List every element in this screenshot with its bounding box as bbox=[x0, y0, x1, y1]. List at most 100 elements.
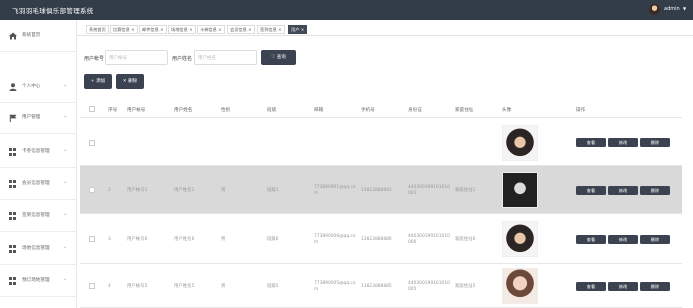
row-phone: 13823888881 bbox=[361, 188, 392, 193]
top-header-bar: 飞羽羽毛球俱乐部管理系统 admin ▼ bbox=[0, 0, 693, 20]
column-header: 用户姓名 bbox=[174, 108, 193, 113]
row-name: 用户姓名6 bbox=[174, 237, 195, 242]
name-search-input[interactable]: 用户姓名 bbox=[194, 50, 257, 65]
edit-button[interactable]: 修改 bbox=[608, 234, 638, 244]
row-account: 用户帐号1 bbox=[127, 188, 148, 193]
row-phone: 13823888885 bbox=[361, 284, 392, 289]
edit-button[interactable]: 修改 bbox=[608, 281, 638, 291]
delete-row-button[interactable]: 删除 bbox=[640, 281, 670, 291]
row-address: 家庭住址6 bbox=[455, 237, 476, 242]
row-id-card: 440300199101010005 bbox=[408, 281, 450, 292]
row-id-card: 440300199101010001 bbox=[408, 185, 450, 196]
row-number bbox=[108, 135, 124, 153]
row-checkbox[interactable] bbox=[89, 236, 95, 242]
row-address: 家庭住址5 bbox=[455, 284, 476, 289]
delete-row-button[interactable]: 删除 bbox=[640, 185, 670, 195]
tab-users[interactable]: 用户 × bbox=[288, 25, 308, 34]
sidebar-item-coupons[interactable]: 卡券信息管理 ⌄ bbox=[0, 136, 77, 168]
edit-button[interactable]: 修改 bbox=[608, 185, 638, 195]
sidebar-item-label: 个人中心 bbox=[22, 84, 41, 89]
sidebar-item-home[interactable]: 系统首页 bbox=[0, 20, 77, 52]
tab-matches[interactable]: 比赛信息 × bbox=[110, 25, 138, 34]
delete-button[interactable]: ✕ 删除 bbox=[116, 74, 144, 89]
sidebar-item-users[interactable]: 用户管理 ⌄ bbox=[0, 102, 77, 134]
table-row[interactable]: 4 用户帐号5 用户姓名5 男 班级5 773890005@qq.com 138238888… bbox=[80, 264, 682, 308]
sidebar: 系统首页 个人中心 ⌄ 用户管理 ⌄ 卡券信息管理 ⌄ 会员信息管理 ⌄ 签到信… bbox=[0, 20, 77, 308]
table-row[interactable]: 2 用户帐号1 用户姓名1 男 班级1 773890001@qq.com 138238888… bbox=[80, 166, 682, 214]
sidebar-item-venues[interactable]: 场地信息管理 ⌄ bbox=[0, 233, 77, 265]
column-header: 家庭住址 bbox=[455, 108, 474, 113]
grid-icon bbox=[9, 212, 17, 220]
user-photo bbox=[502, 268, 538, 304]
close-icon: ✕ bbox=[122, 79, 127, 84]
column-header: 手机号 bbox=[361, 108, 375, 113]
sidebar-item-bookings[interactable]: 预订场地管理 ⌄ bbox=[0, 265, 77, 297]
chevron-down-icon: ⌄ bbox=[63, 276, 68, 282]
view-button[interactable]: 查看 bbox=[576, 234, 606, 244]
table-row[interactable]: 查看 修改 删除 bbox=[80, 119, 682, 166]
table-row[interactable]: 3 用户帐号6 用户姓名6 男 班级6 773890006@qq.com 138238888… bbox=[80, 214, 682, 264]
delete-row-button[interactable]: 删除 bbox=[640, 138, 670, 147]
row-id-card bbox=[408, 135, 452, 153]
grid-icon bbox=[9, 245, 17, 253]
sidebar-item-label: 系统首页 bbox=[22, 33, 41, 38]
sidebar-item-profile[interactable]: 个人中心 ⌄ bbox=[0, 71, 77, 103]
table-header: 序号 用户帐号 用户姓名 性别 班级 邮箱 手机号 身份证 家庭住址 头像 操作 bbox=[80, 100, 682, 118]
user-photo bbox=[502, 221, 538, 257]
chevron-down-icon: ⌄ bbox=[63, 211, 68, 217]
row-checkbox[interactable] bbox=[89, 283, 95, 289]
sidebar-item-label: 卡券信息管理 bbox=[22, 149, 50, 154]
tab-home[interactable]: 系统首页 bbox=[86, 25, 109, 34]
add-button[interactable]: + 添加 bbox=[84, 74, 112, 89]
tab-coupons[interactable]: 卡券信息 × bbox=[197, 25, 225, 34]
chevron-down-icon: ⌄ bbox=[63, 82, 68, 88]
view-button[interactable]: 查看 bbox=[576, 138, 606, 147]
chevron-down-icon[interactable]: ▼ bbox=[683, 6, 686, 11]
row-number: 2 bbox=[108, 188, 111, 193]
row-email: 773890006@qq.com bbox=[314, 234, 356, 245]
user-name[interactable]: admin bbox=[664, 6, 680, 12]
row-class: 班级6 bbox=[267, 237, 279, 242]
sidebar-item-label: 用户管理 bbox=[22, 115, 41, 120]
person-icon bbox=[9, 83, 17, 91]
row-address: 家庭住址1 bbox=[455, 188, 476, 193]
tab-mail[interactable]: 邮件信息 × bbox=[139, 25, 167, 34]
row-phone: 13823888886 bbox=[361, 237, 392, 242]
row-checkbox[interactable] bbox=[89, 139, 95, 146]
row-email: 773890005@qq.com bbox=[314, 281, 356, 292]
edit-button[interactable]: 修改 bbox=[608, 138, 638, 147]
tab-bar: 系统首页 比赛信息 × 邮件信息 × 场地信息 × 卡券信息 × 会员信息 × … bbox=[77, 20, 693, 36]
grid-icon bbox=[9, 148, 17, 156]
row-checkbox[interactable] bbox=[89, 187, 95, 193]
column-header: 邮箱 bbox=[314, 108, 324, 113]
tab-members[interactable]: 会员信息 × bbox=[227, 25, 255, 34]
app-title: 飞羽羽毛球俱乐部管理系统 bbox=[12, 7, 94, 15]
account-search-input[interactable]: 用户帐号 bbox=[105, 50, 168, 65]
name-search-label: 用户姓名 bbox=[172, 56, 193, 62]
sidebar-item-label: 预订场地管理 bbox=[22, 278, 50, 283]
row-gender: 男 bbox=[221, 284, 226, 289]
delete-row-button[interactable]: 删除 bbox=[640, 234, 670, 244]
view-button[interactable]: 查看 bbox=[576, 185, 606, 195]
view-button[interactable]: 查看 bbox=[576, 281, 606, 291]
grid-icon bbox=[9, 180, 17, 188]
chevron-down-icon: ⌄ bbox=[63, 147, 68, 153]
row-name: 用户姓名5 bbox=[174, 284, 195, 289]
select-all-checkbox[interactable] bbox=[89, 106, 95, 112]
row-class: 班级1 bbox=[267, 188, 279, 193]
tab-checkin[interactable]: 签到信息 × bbox=[257, 25, 285, 34]
home-icon bbox=[9, 32, 17, 40]
row-name bbox=[174, 135, 218, 153]
row-gender: 男 bbox=[221, 188, 226, 193]
user-avatar[interactable] bbox=[649, 4, 660, 15]
delete-button-label: 删除 bbox=[128, 79, 138, 84]
column-header: 用户帐号 bbox=[127, 108, 146, 113]
query-button[interactable]: ♡ 查询 bbox=[261, 50, 296, 65]
row-name: 用户姓名1 bbox=[174, 188, 195, 193]
column-header: 班级 bbox=[267, 108, 277, 113]
tab-venues[interactable]: 场地信息 × bbox=[168, 25, 196, 34]
sidebar-item-members[interactable]: 会员信息管理 ⌄ bbox=[0, 168, 77, 200]
row-email: 773890001@qq.com bbox=[314, 185, 356, 196]
sidebar-item-checkin[interactable]: 签到信息管理 ⌄ bbox=[0, 200, 77, 232]
row-account: 用户帐号6 bbox=[127, 237, 148, 242]
